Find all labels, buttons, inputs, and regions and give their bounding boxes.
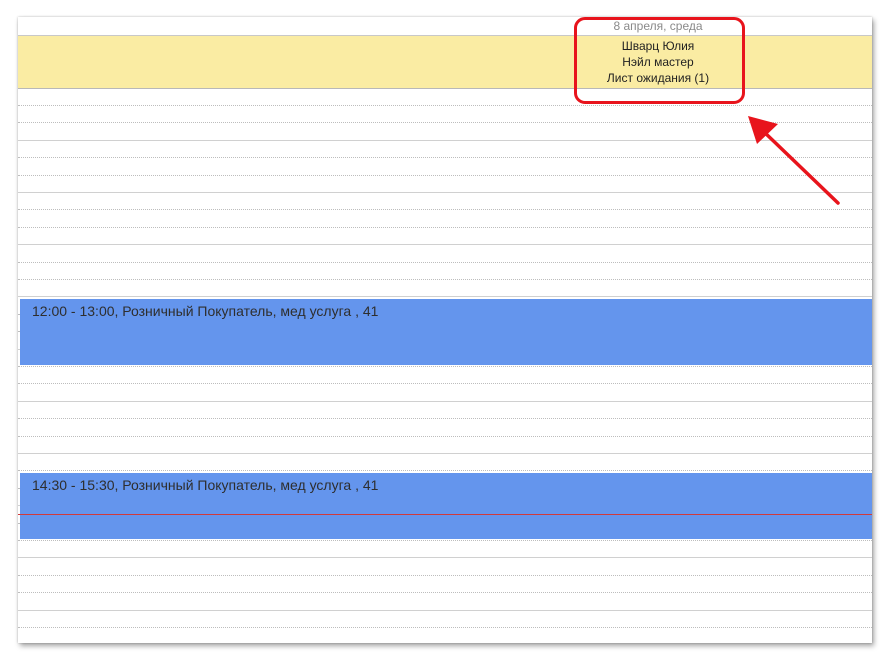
annotation-arrow-icon [748, 116, 840, 205]
